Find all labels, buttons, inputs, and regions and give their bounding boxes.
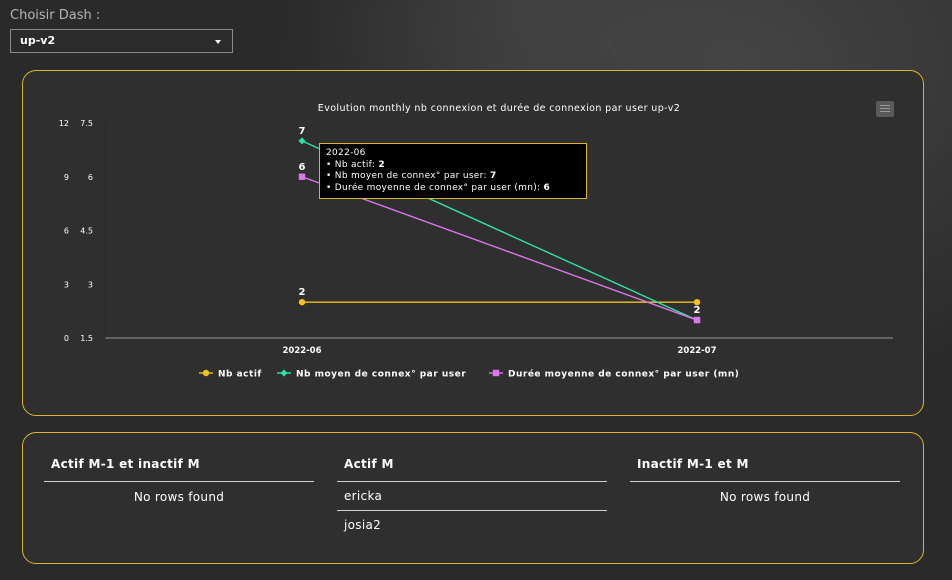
data-point	[693, 316, 701, 324]
y-tick-label: 6	[64, 227, 69, 236]
data-point	[280, 369, 288, 377]
tooltip-title: 2022-06	[326, 148, 366, 158]
dash-selector[interactable]: up-v2	[10, 29, 233, 53]
table-title: Inactif M-1 et M	[630, 457, 900, 482]
table-title: Actif M	[337, 457, 607, 482]
table-inactif-m1-m: Inactif M-1 et M No rows found	[630, 457, 900, 504]
table-title: Actif M-1 et inactif M	[44, 457, 314, 482]
x-tick-label: 2022-06	[282, 346, 321, 356]
chart-card: Evolution monthly nb connexion et durée …	[22, 70, 924, 416]
empty-message: No rows found	[133, 490, 225, 504]
data-point	[298, 298, 306, 306]
empty-message: No rows found	[719, 490, 811, 504]
dash-selector-label: Choisir Dash :	[10, 8, 101, 23]
table-actif-m1-inactif-m: Actif M-1 et inactif M No rows found	[44, 457, 314, 504]
x-tick-label: 2022-07	[677, 346, 716, 356]
data-label: 2	[694, 305, 701, 316]
chevron-down-icon	[215, 40, 221, 44]
chart-tooltip: 2022-06 • Nb actif: 2 • Nb moyen de conn…	[319, 143, 587, 199]
table-actif-m: Actif M ericka josia2	[337, 457, 607, 539]
y-tick-label: 1.5	[80, 334, 93, 343]
y-tick-label: 4.5	[80, 227, 93, 236]
data-point	[298, 137, 306, 145]
tooltip-item-value: 7	[490, 171, 497, 181]
data-point	[298, 173, 306, 180]
line-chart: Evolution monthly nb connexion et durée …	[59, 103, 893, 380]
table-row: ericka	[337, 482, 607, 511]
dash-selector-value: up-v2	[20, 34, 56, 47]
tooltip-item-label: Nb actif:	[334, 159, 376, 170]
table-row: josia2	[344, 518, 382, 532]
y-tick-label: 9	[64, 173, 69, 182]
data-label: 7	[299, 126, 306, 137]
legend-label: Nb actif	[218, 370, 262, 380]
legend-label: Nb moyen de connex° par user	[296, 370, 466, 380]
tooltip-item-value: 6	[543, 182, 551, 193]
data-label: 2	[299, 287, 306, 298]
y-tick-label: 3	[88, 280, 93, 289]
data-point	[492, 369, 500, 377]
tooltip-item-label: Durée moyenne de connex° par user (mn):	[334, 182, 541, 193]
y-tick-label: 12	[59, 119, 69, 128]
tooltip-item: • Nb moyen de connex° par user: 7	[326, 171, 497, 181]
tooltip-item: • Durée moyenne de connex° par user (mn)…	[326, 182, 551, 193]
tooltip-item-value: 2	[378, 159, 385, 170]
data-point	[202, 369, 210, 377]
tables-card: Actif M-1 et inactif M No rows found Act…	[22, 432, 924, 564]
y-tick-label: 7.5	[80, 119, 93, 128]
y-tick-label: 0	[64, 334, 69, 343]
tooltip-item: • Nb actif: 2	[326, 159, 385, 170]
y-tick-label: 3	[64, 280, 69, 289]
hamburger-menu-icon[interactable]	[876, 101, 894, 117]
y-tick-label: 6	[88, 173, 93, 182]
chart-title: Evolution monthly nb connexion et durée …	[318, 103, 680, 114]
legend-label: Durée moyenne de connex° par user (mn)	[508, 369, 739, 380]
data-label: 6	[299, 162, 306, 173]
tooltip-item-label: Nb moyen de connex° par user:	[334, 171, 487, 181]
